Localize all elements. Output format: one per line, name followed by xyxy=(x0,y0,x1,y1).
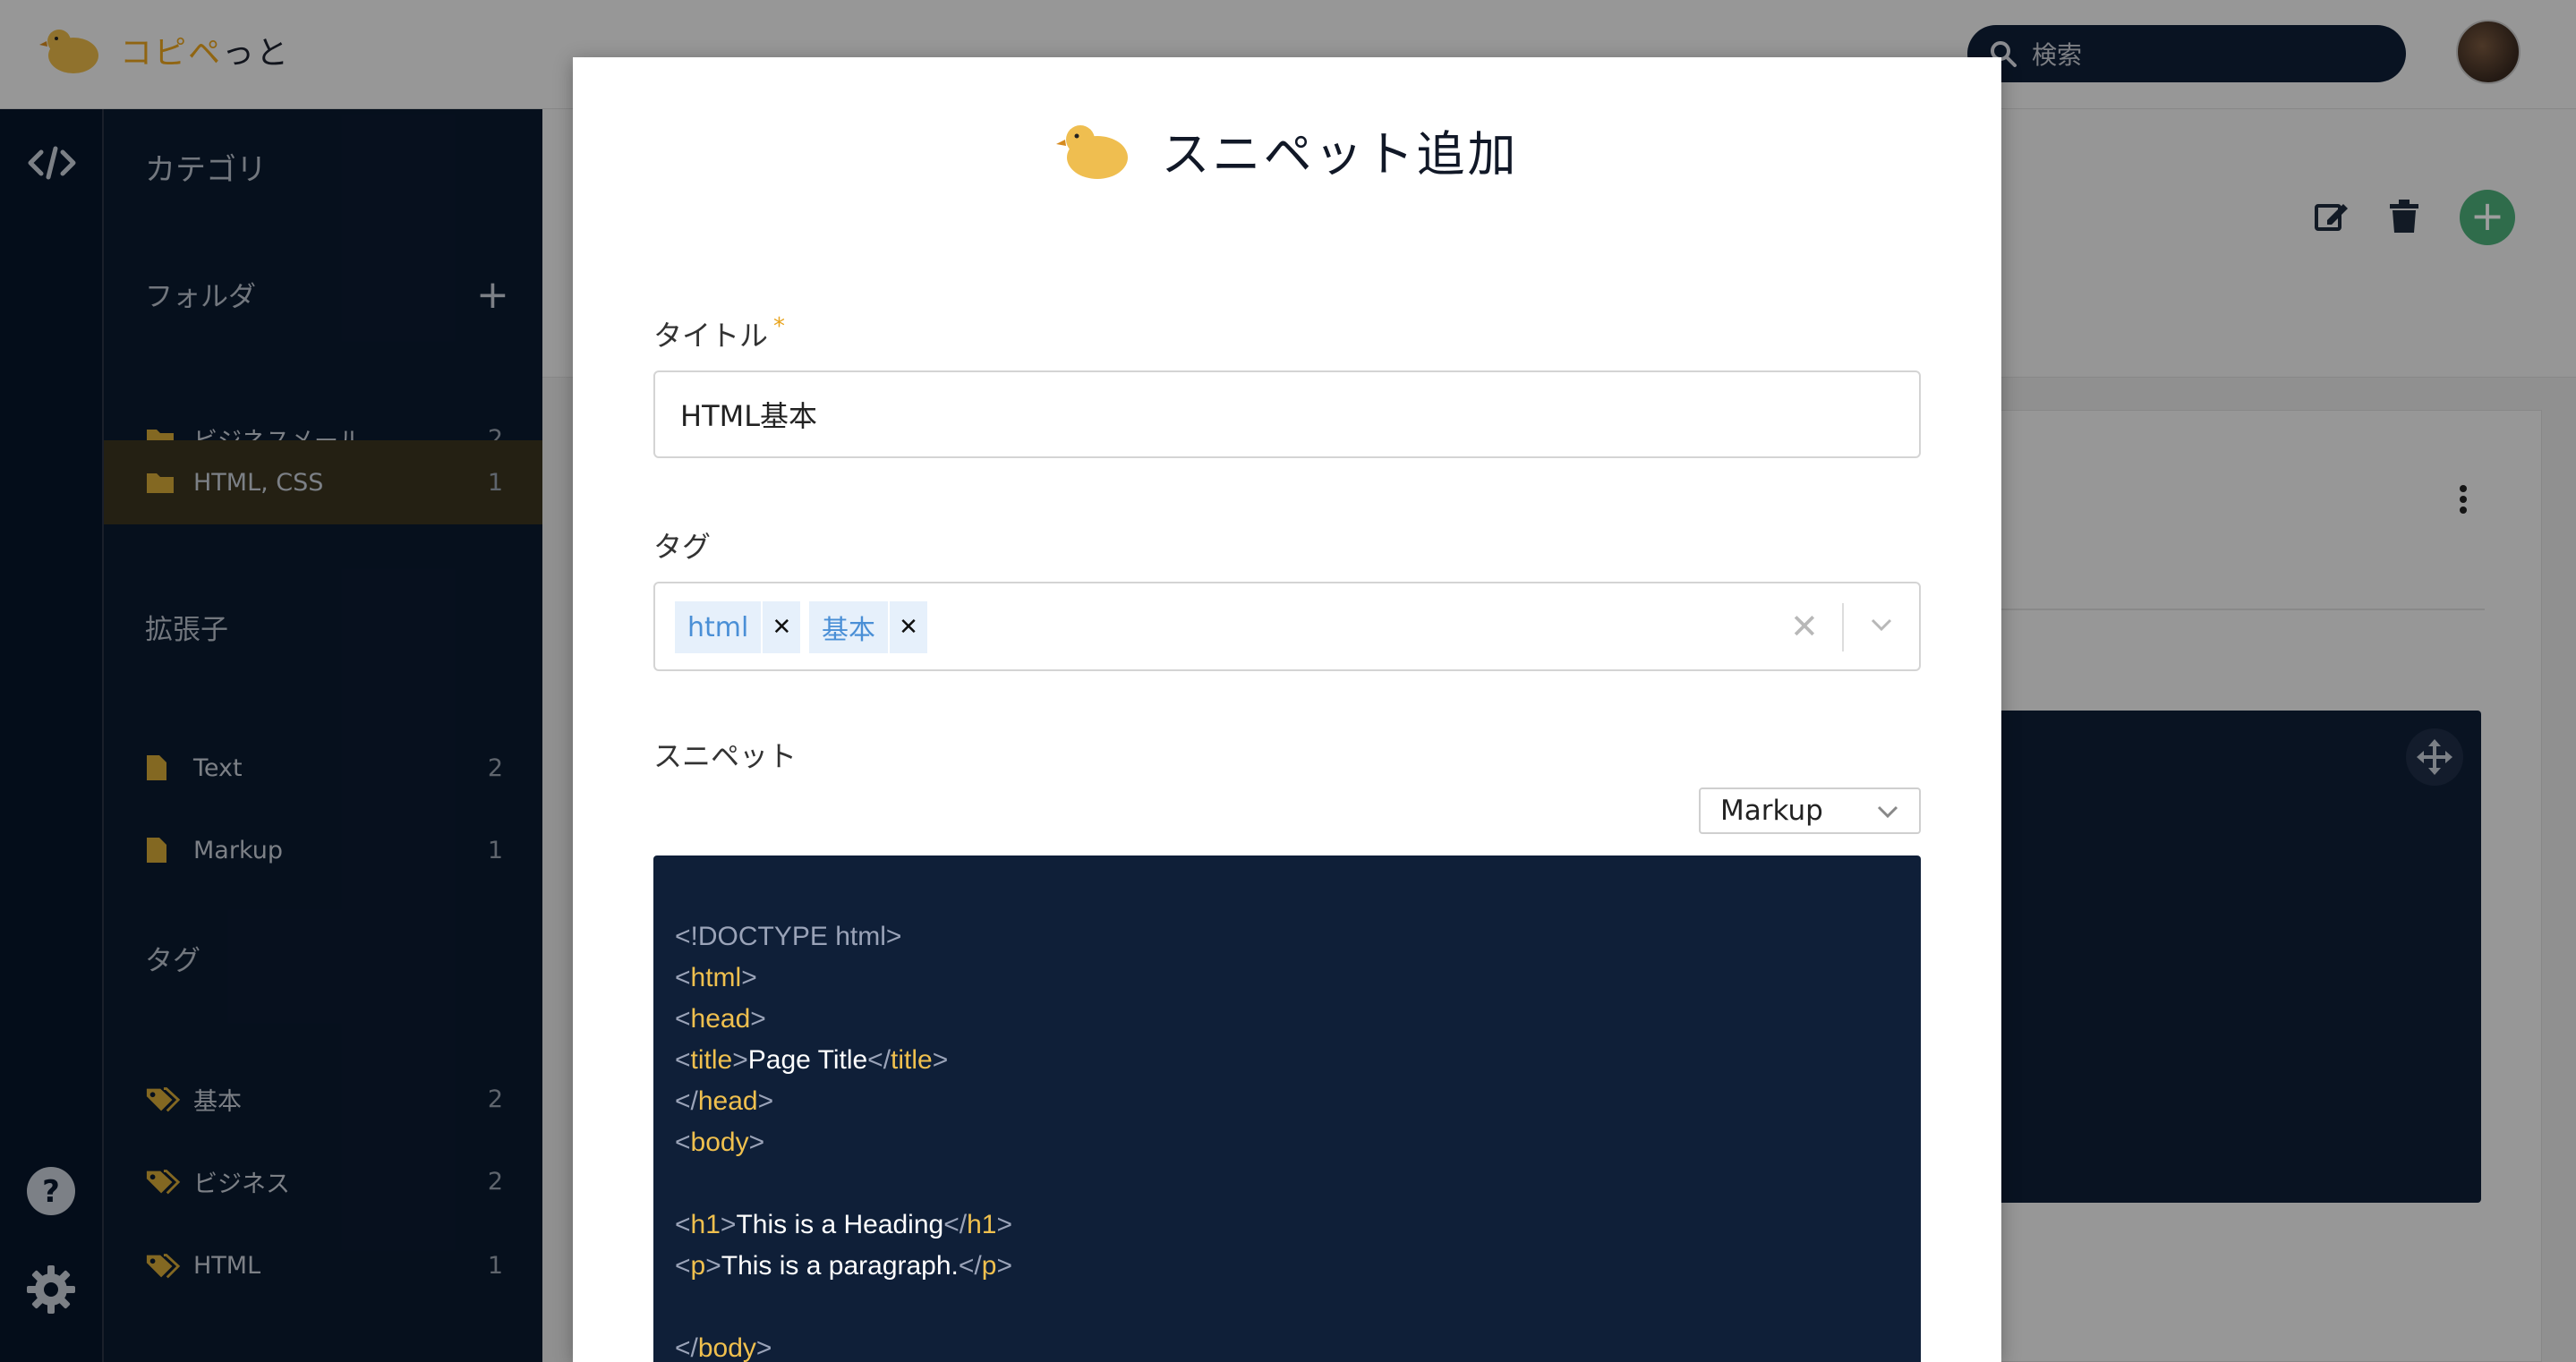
tags-label: タグ xyxy=(653,530,712,564)
code-line: <head> xyxy=(675,1004,766,1034)
tag-chip: html ✕ xyxy=(675,601,801,653)
code-line: <p>This is a paragraph.</p> xyxy=(675,1251,1012,1281)
code-editor[interactable]: <!DOCTYPE html> <html> <head> <title>Pag… xyxy=(653,856,1921,1362)
modal-header: スニペット追加 xyxy=(573,115,2001,185)
add-snippet-modal: スニペット追加 タイトル * HTML基本 タグ html ✕ 基本 ✕ ✕ スニ… xyxy=(573,57,2001,1362)
code-line: <body> xyxy=(675,1128,765,1157)
remove-tag-button[interactable]: ✕ xyxy=(763,601,801,653)
chevron-down-icon[interactable] xyxy=(1867,610,1896,639)
bird-logo-icon xyxy=(1055,124,1128,179)
code-line: <!DOCTYPE html> xyxy=(675,922,902,951)
remove-tag-button[interactable]: ✕ xyxy=(890,601,927,653)
title-label: タイトル * xyxy=(653,313,786,353)
language-select[interactable]: Markup xyxy=(1699,787,1921,834)
tag-chip-label: html xyxy=(675,601,762,653)
chevron-down-icon xyxy=(1877,805,1898,819)
clear-tags-icon[interactable]: ✕ xyxy=(1790,607,1819,646)
snippet-label: スニペット xyxy=(653,739,798,773)
required-mark: * xyxy=(773,313,786,340)
modal-title: スニペット追加 xyxy=(1161,126,1519,183)
tags-select[interactable]: html ✕ 基本 ✕ ✕ xyxy=(653,582,1921,671)
title-input[interactable]: HTML基本 xyxy=(653,370,1921,458)
tag-chip-label: 基本 xyxy=(809,601,888,653)
code-line: <h1>This is a Heading</h1> xyxy=(675,1210,1012,1239)
code-line: </head> xyxy=(675,1086,774,1116)
divider xyxy=(1842,603,1844,651)
code-line: <html> xyxy=(675,963,757,992)
code-line: </body> xyxy=(675,1333,772,1362)
tag-chip: 基本 ✕ xyxy=(809,601,927,653)
language-select-value: Markup xyxy=(1720,795,1823,827)
code-line: <title>Page Title</title> xyxy=(675,1045,949,1075)
